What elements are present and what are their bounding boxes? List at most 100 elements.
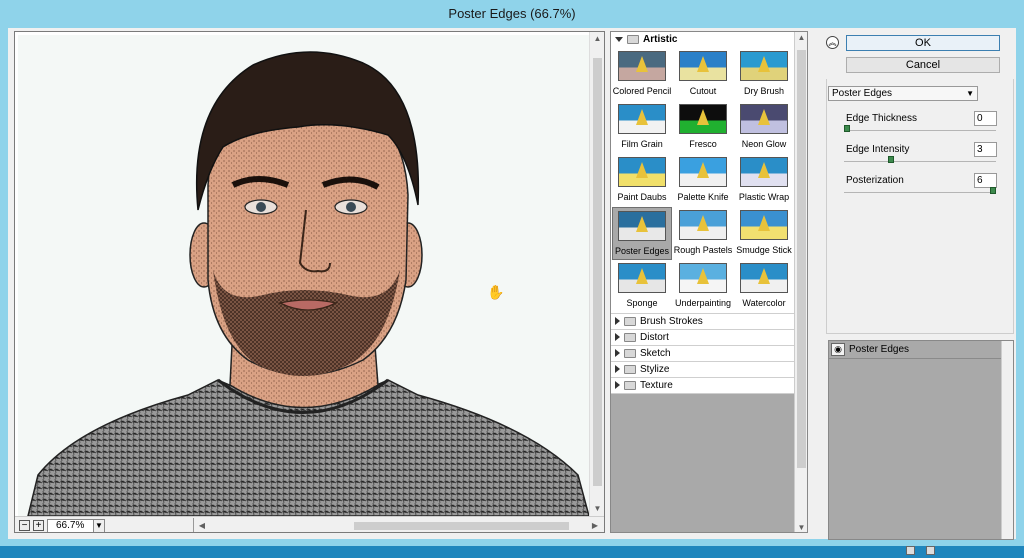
scroll-right-arrow-icon[interactable]: ▶ xyxy=(589,518,601,532)
filter-thumb-label: Cutout xyxy=(689,86,717,96)
filter-thumb-underpainting[interactable]: Underpainting xyxy=(673,260,733,313)
layer-tools xyxy=(906,546,943,558)
sailboat-icon xyxy=(636,216,648,232)
filter-thumbnail-image xyxy=(618,104,666,134)
posterization-field[interactable]: 6 xyxy=(974,173,997,188)
scroll-up-arrow-icon[interactable]: ▲ xyxy=(590,32,604,46)
filter-thumb-label: Palette Knife xyxy=(677,192,729,202)
filter-thumb-sponge[interactable]: Sponge xyxy=(612,260,672,313)
collapsed-triangle-icon xyxy=(615,317,620,326)
sailboat-icon xyxy=(636,56,648,72)
svg-text:✋: ✋ xyxy=(487,284,504,300)
slider-knob[interactable] xyxy=(887,156,894,163)
filter-thumb-palette-knife[interactable]: Palette Knife xyxy=(673,154,733,207)
eye-visibility-icon[interactable]: ◉ xyxy=(831,343,845,356)
filter-thumbnail-image xyxy=(618,211,666,241)
category-label: Artistic xyxy=(643,34,678,45)
preview-bottom-bar: − + 66.7% ▼ ◀ ▶ xyxy=(15,516,604,532)
folder-icon xyxy=(624,332,636,342)
window-title: Poster Edges (66.7%) xyxy=(448,6,576,21)
param-posterization: Posterization 6 xyxy=(838,173,998,201)
gallery-scrollbar[interactable]: ▲ ▼ xyxy=(794,32,807,532)
filter-thumbnail-image xyxy=(740,104,788,134)
category-label: Stylize xyxy=(640,364,670,375)
collapse-gallery-icon[interactable]: ︽ xyxy=(826,36,839,49)
scroll-down-arrow-icon[interactable]: ▼ xyxy=(795,522,807,532)
filter-thumb-label: Dry Brush xyxy=(743,86,784,96)
filter-thumbnail-image xyxy=(740,51,788,81)
filter-thumb-rough-pastels[interactable]: Rough Pastels xyxy=(673,207,733,260)
category-sketch[interactable]: Sketch xyxy=(611,345,795,361)
filter-thumb-poster-edges[interactable]: Poster Edges xyxy=(612,207,672,260)
filter-thumb-paint-daubs[interactable]: Paint Daubs xyxy=(612,154,672,207)
filter-thumb-neon-glow[interactable]: Neon Glow xyxy=(734,101,794,154)
zoom-dropdown-icon[interactable]: ▼ xyxy=(93,519,105,532)
filter-thumb-label: Film Grain xyxy=(621,139,663,149)
filter-thumbnail-image xyxy=(740,157,788,187)
preview-vertical-scroll-thumb[interactable] xyxy=(593,58,602,486)
chevron-down-icon: ▼ xyxy=(966,89,974,98)
sailboat-icon xyxy=(758,109,770,125)
preview-image[interactable]: ✋ xyxy=(18,35,589,516)
layers-scrollbar[interactable] xyxy=(1001,341,1013,539)
zoom-out-button[interactable]: − xyxy=(19,520,30,531)
filter-thumbnail-image xyxy=(679,157,727,187)
slider-knob[interactable] xyxy=(844,125,850,132)
filter-thumb-label: Neon Glow xyxy=(741,139,787,149)
scroll-up-arrow-icon[interactable]: ▲ xyxy=(795,32,807,44)
ok-button[interactable]: OK xyxy=(846,35,1000,51)
filter-thumb-colored-pencil[interactable]: Colored Pencil xyxy=(612,48,672,101)
category-distort[interactable]: Distort xyxy=(611,329,795,345)
collapsed-triangle-icon xyxy=(615,349,620,358)
scroll-down-arrow-icon[interactable]: ▼ xyxy=(590,502,604,516)
filter-thumb-cutout[interactable]: Cutout xyxy=(673,48,733,101)
filter-thumb-dry-brush[interactable]: Dry Brush xyxy=(734,48,794,101)
gallery-scroll-thumb[interactable] xyxy=(797,50,806,468)
edge-thickness-field[interactable]: 0 xyxy=(974,111,997,126)
preview-vertical-scrollbar[interactable]: ▲ ▼ xyxy=(589,32,604,516)
filter-thumbnail-image xyxy=(618,157,666,187)
filter-thumb-plastic-wrap[interactable]: Plastic Wrap xyxy=(734,154,794,207)
filter-gallery: Artistic Colored Pencil Cutout Dry Brush Fi… xyxy=(610,31,808,533)
category-label: Brush Strokes xyxy=(640,316,703,327)
collapsed-triangle-icon xyxy=(615,333,620,342)
filter-thumb-label: Sponge xyxy=(626,298,658,308)
category-texture[interactable]: Texture xyxy=(611,377,795,394)
edge-intensity-field[interactable]: 3 xyxy=(974,142,997,157)
filter-thumb-fresco[interactable]: Fresco xyxy=(673,101,733,154)
category-artistic[interactable]: Artistic xyxy=(611,32,795,48)
filter-thumb-label: Poster Edges xyxy=(614,246,670,256)
collapsed-triangle-icon xyxy=(615,365,620,374)
delete-effect-layer-icon[interactable] xyxy=(926,546,936,555)
posterization-slider[interactable] xyxy=(844,192,996,193)
sailboat-icon xyxy=(697,162,709,178)
folder-icon xyxy=(624,348,636,358)
zoom-in-button[interactable]: + xyxy=(33,520,44,531)
scroll-left-arrow-icon[interactable]: ◀ xyxy=(196,518,208,532)
category-brush-strokes[interactable]: Brush Strokes xyxy=(611,313,795,329)
filter-select[interactable]: Poster Edges ▼ xyxy=(828,86,978,101)
collapsed-triangle-icon xyxy=(615,381,620,390)
filter-thumbnail-image xyxy=(679,51,727,81)
new-effect-layer-icon[interactable] xyxy=(906,546,915,555)
filter-thumb-film-grain[interactable]: Film Grain xyxy=(612,101,672,154)
category-stylize[interactable]: Stylize xyxy=(611,361,795,377)
filter-thumb-watercolor[interactable]: Watercolor xyxy=(734,260,794,313)
edge-intensity-slider[interactable] xyxy=(844,161,996,162)
sailboat-icon xyxy=(758,268,770,284)
filter-thumb-label: Underpainting xyxy=(674,298,732,308)
slider-knob[interactable] xyxy=(990,187,996,194)
cancel-button[interactable]: Cancel xyxy=(846,57,1000,73)
effect-layer-row[interactable]: ◉ Poster Edges xyxy=(829,341,1002,359)
preview-horizontal-scrollbar[interactable]: ◀ ▶ xyxy=(193,518,603,532)
portrait-illustration: ✋ xyxy=(18,35,589,516)
filter-gallery-list: Artistic Colored Pencil Cutout Dry Brush Fi… xyxy=(611,32,795,532)
preview-horizontal-scroll-thumb[interactable] xyxy=(354,522,569,530)
edge-thickness-slider[interactable] xyxy=(844,130,996,131)
folder-icon xyxy=(627,34,639,44)
folder-icon xyxy=(624,380,636,390)
preview-pane[interactable]: ✋ ▲ ▼ − + 66.7% ▼ ◀ ▶ xyxy=(14,31,605,533)
param-label: Edge Intensity xyxy=(846,144,910,155)
filter-thumb-smudge-stick[interactable]: Smudge Stick xyxy=(734,207,794,260)
filter-thumb-label: Fresco xyxy=(689,139,717,149)
